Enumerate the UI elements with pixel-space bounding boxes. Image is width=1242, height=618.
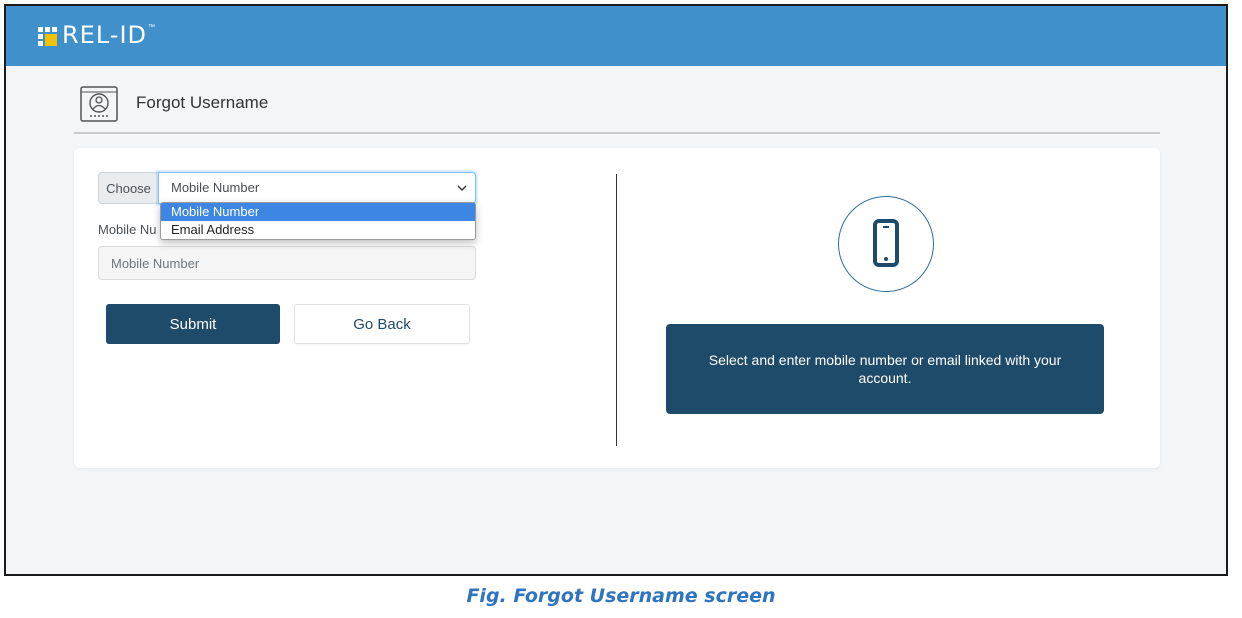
- vertical-divider: [616, 174, 617, 446]
- logo: REL-ID ™: [38, 22, 155, 48]
- logo-mark-icon: [38, 25, 58, 46]
- chevron-down-icon: [457, 185, 467, 191]
- choose-label: Choose: [98, 172, 158, 204]
- info-message: Select and enter mobile number or email …: [666, 324, 1104, 414]
- top-bar: REL-ID ™: [6, 6, 1226, 66]
- mobile-number-input[interactable]: [98, 246, 476, 280]
- form-card: Choose Mobile Number Mobile Number Email…: [74, 148, 1160, 468]
- select-value: Mobile Number: [171, 180, 260, 195]
- select-dropdown: Mobile Number Email Address: [160, 202, 476, 240]
- mobile-number-label: Mobile Nu: [98, 222, 157, 237]
- logo-trademark: ™: [148, 24, 156, 31]
- app-window: REL-ID ™ Forgot Username Choose Mobile N…: [4, 4, 1228, 576]
- logo-text: REL-ID: [62, 21, 148, 49]
- option-email-address[interactable]: Email Address: [161, 221, 475, 239]
- submit-button[interactable]: Submit: [106, 304, 280, 344]
- contact-type-select[interactable]: Mobile Number: [158, 172, 476, 204]
- mobile-phone-icon: [838, 196, 934, 292]
- figure-caption: Fig. Forgot Username screen: [466, 585, 776, 607]
- go-back-button[interactable]: Go Back: [294, 304, 470, 344]
- info-text: Select and enter mobile number or email …: [708, 352, 1062, 386]
- page-header: Forgot Username: [74, 80, 1160, 134]
- page-title: Forgot Username: [136, 93, 269, 112]
- option-mobile-number[interactable]: Mobile Number: [161, 203, 475, 221]
- user-badge-icon: [80, 86, 118, 122]
